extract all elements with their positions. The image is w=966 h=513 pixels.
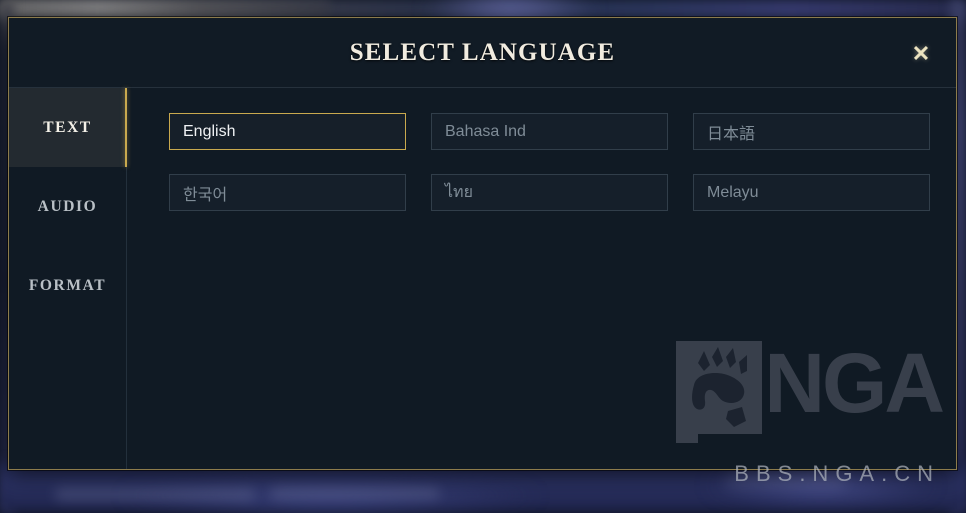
select-language-dialog: SELECT LANGUAGE ✕ TEXT AUDIO FORMAT Engl… — [8, 17, 957, 470]
language-option-melayu[interactable]: Melayu — [693, 174, 930, 211]
language-grid: English Bahasa Ind 日本語 한국어 ไทย Melayu — [169, 113, 932, 211]
language-option-label: ไทย — [445, 184, 473, 201]
background-smudge — [55, 487, 255, 501]
language-option-english[interactable]: English — [169, 113, 406, 150]
sidebar-item-format[interactable]: FORMAT — [9, 246, 126, 325]
sidebar-item-label: TEXT — [43, 118, 92, 136]
dialog-title: SELECT LANGUAGE — [349, 39, 616, 66]
background-smudge — [726, 473, 846, 487]
language-panel: English Bahasa Ind 日本語 한국어 ไทย Melayu — [127, 88, 956, 469]
language-option-label: 日本語 — [707, 125, 756, 143]
close-icon[interactable]: ✕ — [906, 40, 936, 68]
language-option-thai[interactable]: ไทย — [431, 174, 668, 211]
background-smudge — [270, 487, 440, 499]
dialog-titlebar: SELECT LANGUAGE ✕ — [9, 18, 956, 88]
language-option-label: 한국어 — [183, 186, 228, 204]
language-option-korean[interactable]: 한국어 — [169, 174, 406, 211]
sidebar-item-label: AUDIO — [37, 197, 98, 215]
language-option-label: Bahasa Ind — [445, 122, 526, 140]
background-top-smudge — [0, 0, 330, 16]
language-option-japanese[interactable]: 日本語 — [693, 113, 930, 150]
settings-sidebar: TEXT AUDIO FORMAT — [9, 88, 127, 469]
sidebar-item-text[interactable]: TEXT — [9, 88, 127, 167]
dialog-body: TEXT AUDIO FORMAT English Bahasa Ind 日本語 — [9, 88, 956, 469]
language-option-label: Melayu — [707, 183, 759, 201]
language-option-label: English — [183, 122, 236, 140]
language-option-bahasa-ind[interactable]: Bahasa Ind — [431, 113, 668, 150]
sidebar-item-audio[interactable]: AUDIO — [9, 167, 126, 246]
sidebar-item-label: FORMAT — [28, 276, 107, 294]
